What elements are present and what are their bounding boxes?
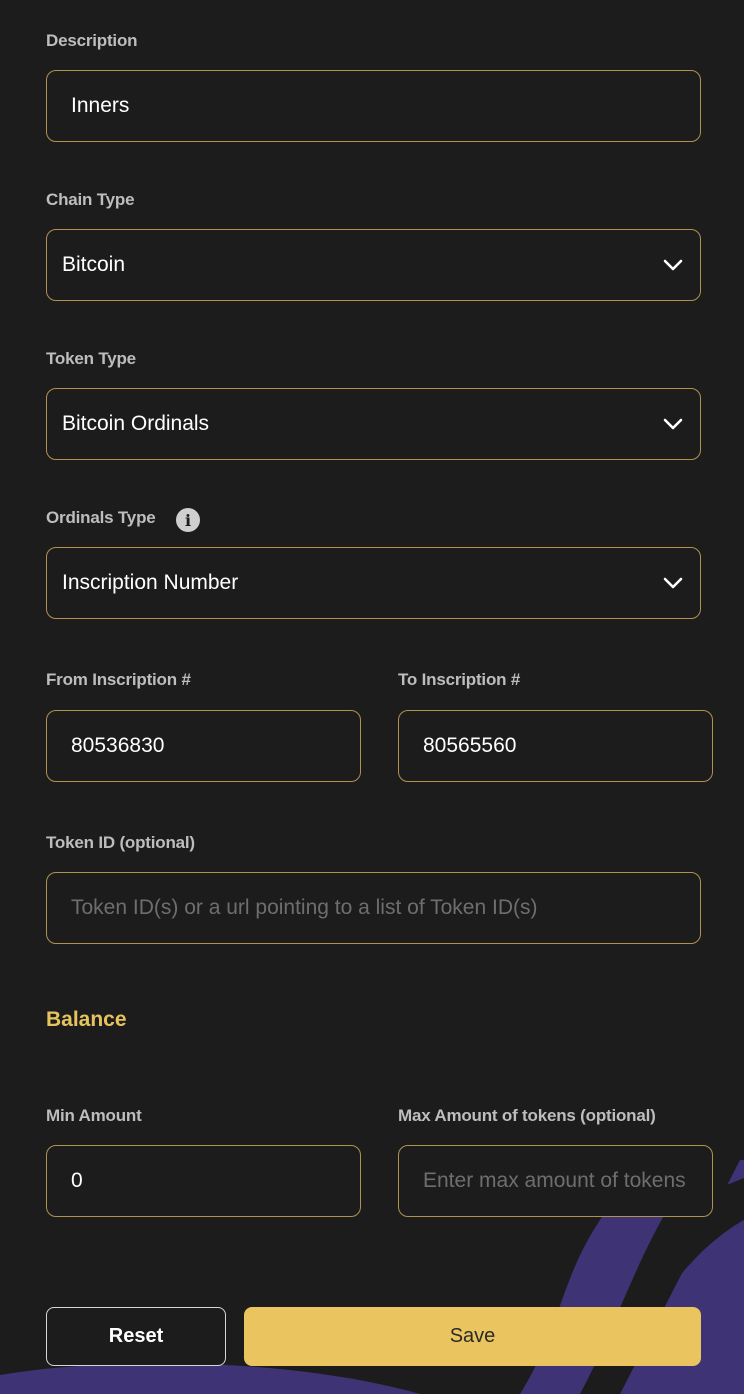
- description-label: Description: [46, 31, 138, 50]
- ordinals-type-select[interactable]: Inscription Number: [46, 547, 701, 619]
- balance-section-title: Balance: [46, 1008, 127, 1031]
- to-inscription-label: To Inscription #: [398, 670, 521, 689]
- description-input[interactable]: [47, 94, 700, 118]
- token-type-label: Token Type: [46, 349, 136, 368]
- from-inscription-label: From Inscription #: [46, 670, 191, 689]
- reset-button[interactable]: Reset: [46, 1307, 226, 1366]
- max-amount-label: Max Amount of tokens (optional): [398, 1106, 656, 1125]
- token-id-label: Token ID (optional): [46, 833, 195, 852]
- chevron-down-icon: [662, 413, 684, 435]
- token-type-select[interactable]: Bitcoin Ordinals: [46, 388, 701, 460]
- max-amount-input[interactable]: [399, 1169, 712, 1193]
- token-gate-form: Description Chain Type Bitcoin Token Typ…: [0, 0, 744, 1394]
- min-amount-label: Min Amount: [46, 1106, 142, 1125]
- save-button[interactable]: Save: [244, 1307, 701, 1366]
- token-id-field[interactable]: [46, 872, 701, 944]
- ordinals-type-label: Ordinals Type: [46, 508, 156, 527]
- chevron-down-icon: [662, 572, 684, 594]
- min-amount-input[interactable]: [47, 1169, 360, 1193]
- chain-type-select[interactable]: Bitcoin: [46, 229, 701, 301]
- info-icon[interactable]: i: [176, 508, 200, 532]
- chain-type-label: Chain Type: [46, 190, 135, 209]
- from-inscription-input[interactable]: [47, 734, 360, 758]
- chevron-down-icon: [662, 254, 684, 276]
- description-field[interactable]: [46, 70, 701, 142]
- to-inscription-field[interactable]: [398, 710, 713, 782]
- max-amount-field[interactable]: [398, 1145, 713, 1217]
- token-type-value: Bitcoin Ordinals: [62, 412, 210, 435]
- chain-type-value: Bitcoin: [62, 253, 126, 276]
- ordinals-type-value: Inscription Number: [62, 571, 239, 594]
- to-inscription-input[interactable]: [399, 734, 712, 758]
- min-amount-field[interactable]: [46, 1145, 361, 1217]
- from-inscription-field[interactable]: [46, 710, 361, 782]
- token-id-input[interactable]: [47, 896, 700, 920]
